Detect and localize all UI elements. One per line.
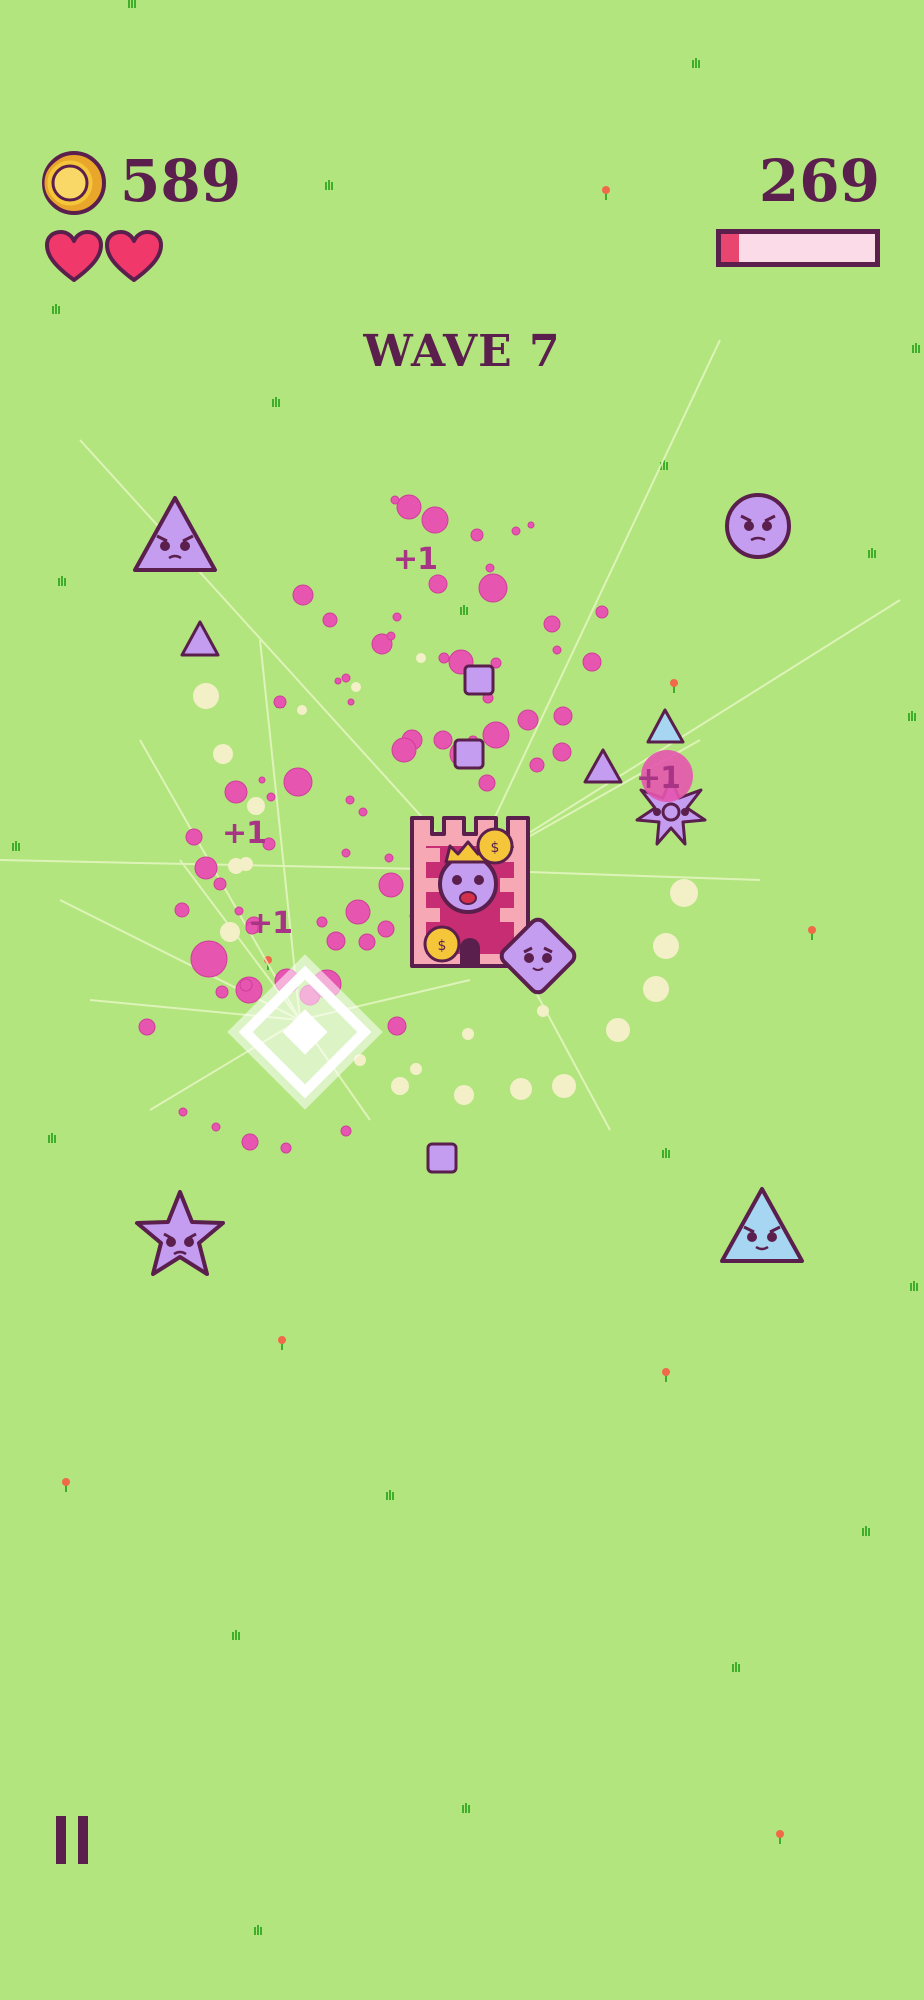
- heart-icon: [45, 230, 103, 282]
- flower-decorations: [62, 186, 816, 1844]
- wave-label: WAVE 7: [363, 326, 561, 377]
- svg-text:$: $: [438, 938, 447, 954]
- lives-display: [44, 230, 174, 286]
- enemy-triangle-blue: [720, 1187, 804, 1263]
- pause-button[interactable]: [52, 1816, 94, 1864]
- coin-icon: [42, 151, 106, 215]
- enemy-triangle-purple: [133, 496, 217, 572]
- coin-counter: 589: [120, 147, 242, 215]
- enemy-triangle-small: [180, 620, 685, 784]
- enemy-star-purple: [135, 1190, 225, 1276]
- pink-particles: [138, 494, 609, 1154]
- pause-icon: [78, 1816, 88, 1864]
- playfield: $ $: [0, 0, 920, 1935]
- plus-one-popup: +1: [248, 906, 293, 941]
- enemy-circle-purple: [725, 493, 791, 559]
- heart-icon: [105, 230, 163, 282]
- wave-progress-bar: [716, 229, 880, 267]
- plus-one-popup: +1: [636, 761, 681, 796]
- score-counter: 269: [758, 147, 880, 215]
- pause-icon: [56, 1816, 66, 1864]
- plus-one-popup: +1: [393, 542, 438, 577]
- wave-progress-fill: [721, 234, 740, 262]
- plus-one-popup: +1: [222, 816, 267, 851]
- svg-text:$: $: [491, 840, 500, 856]
